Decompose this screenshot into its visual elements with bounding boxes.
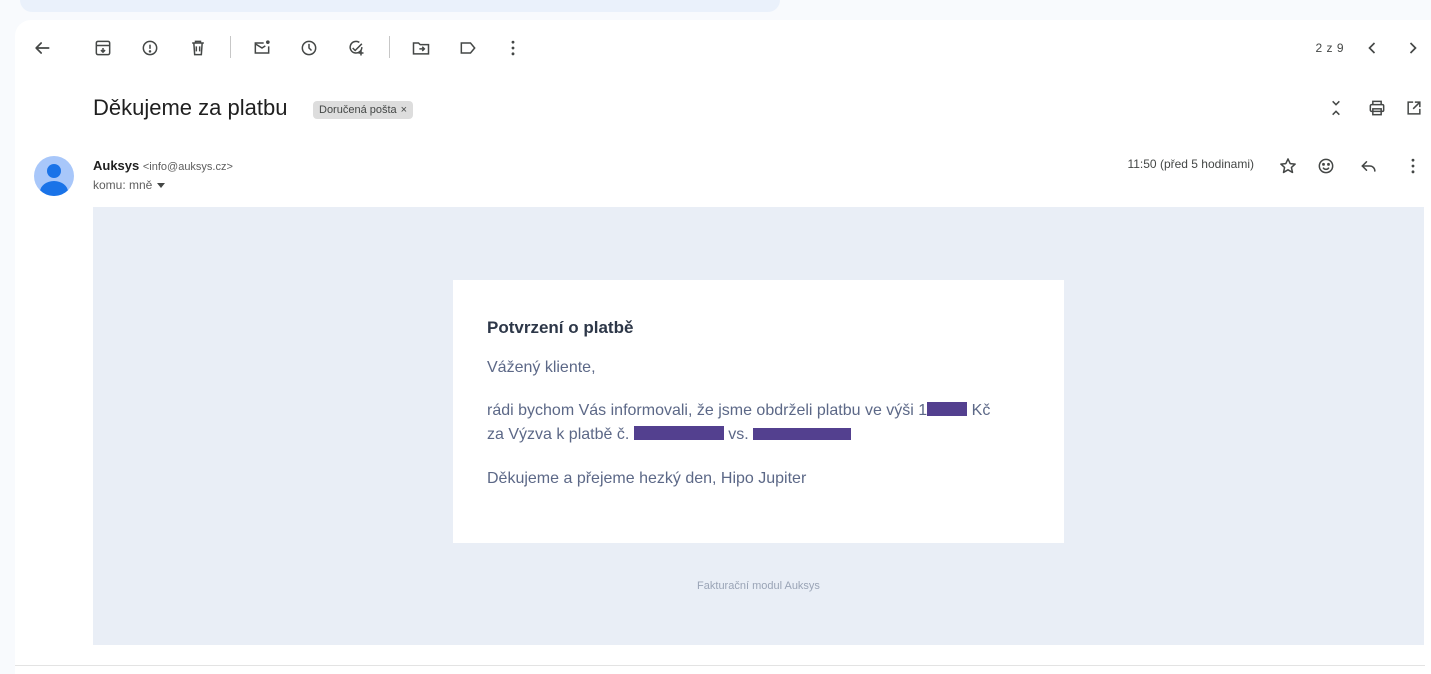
report-spam-icon <box>142 40 158 56</box>
label-remove-button[interactable]: × <box>401 101 407 119</box>
subject-title: Děkujeme za platbu <box>93 95 288 120</box>
recipients-line[interactable]: komu: mně <box>93 178 166 192</box>
back-button[interactable] <box>26 32 58 64</box>
delete-button[interactable] <box>182 32 214 64</box>
add-reaction-button[interactable] <box>1310 150 1342 182</box>
archive-button[interactable] <box>87 32 119 64</box>
email-closing: Děkujeme a přejeme hezký den, Hipo Jupit… <box>487 470 807 487</box>
collapse-all-button[interactable] <box>1320 92 1352 124</box>
redacted-variable-symbol <box>753 428 852 440</box>
redacted-invoice-number <box>633 426 724 440</box>
email-paragraph-line-2: za Výzva k platbě č. vs. <box>487 424 852 446</box>
report-spam-button[interactable] <box>134 32 166 64</box>
email-footer: Fakturační modul Auksys <box>697 580 820 592</box>
archive-icon <box>95 40 111 56</box>
recipients-text: komu: mně <box>93 178 153 192</box>
label-button[interactable] <box>452 32 484 64</box>
arrow-left-icon <box>35 42 50 54</box>
open-in-new-icon <box>1407 101 1421 115</box>
invoice-text: za Výzva k platbě č. <box>487 426 630 443</box>
message-counter: 2 z 9 <box>1315 41 1344 55</box>
sender-name[interactable]: Auksys <box>93 158 139 173</box>
avatar-body <box>40 181 68 196</box>
older-button[interactable] <box>1397 32 1429 64</box>
add-task-icon <box>349 40 364 56</box>
sender-line: Auksys <info@auksys.cz> <box>93 158 233 173</box>
bottom-divider <box>15 665 1425 666</box>
message-more-button[interactable] <box>1397 150 1429 182</box>
label-chip-text: Doručená pošta <box>319 104 397 116</box>
emoji-icon <box>1318 158 1334 174</box>
snooze-button[interactable] <box>293 32 325 64</box>
reply-button[interactable] <box>1353 150 1385 182</box>
move-to-icon <box>412 42 430 55</box>
email-paragraph-line-1: rádi bychom Vás informovali, že jsme obd… <box>487 400 990 422</box>
chevron-left-icon <box>1368 42 1376 54</box>
toolbar-divider <box>389 36 390 58</box>
search-bar-edge <box>20 0 780 12</box>
more-button[interactable] <box>497 32 529 64</box>
newer-button[interactable] <box>1356 32 1388 64</box>
open-new-window-button[interactable] <box>1398 92 1430 124</box>
message-time: 11:50 (před 5 hodinami) <box>1127 157 1254 171</box>
mark-unread-icon <box>254 40 270 54</box>
variable-symbol-label: vs. <box>728 426 749 443</box>
reply-icon <box>1361 161 1376 172</box>
email-greeting: Vážený kliente, <box>487 359 596 376</box>
toolbar-divider <box>230 36 231 58</box>
collapse-icon <box>1332 100 1340 116</box>
email-card: Potvrzení o platbě Vážený kliente, rádi … <box>453 280 1064 543</box>
avatar-head <box>47 164 61 178</box>
avatar[interactable] <box>34 156 74 196</box>
chevron-right-icon <box>1409 42 1417 54</box>
add-task-button[interactable] <box>340 32 372 64</box>
star-icon <box>1280 158 1296 174</box>
snooze-icon <box>301 40 317 56</box>
currency-text: Kč <box>971 402 991 419</box>
more-vert-icon <box>1411 158 1415 174</box>
print-button[interactable] <box>1361 92 1393 124</box>
caret-down-icon[interactable] <box>156 180 166 190</box>
print-icon <box>1369 100 1385 116</box>
sender-email: <info@auksys.cz> <box>142 161 233 173</box>
star-button[interactable] <box>1272 150 1304 182</box>
redacted-amount <box>927 402 968 416</box>
label-icon <box>460 42 476 54</box>
mark-unread-button[interactable] <box>246 32 278 64</box>
label-chip-inbox[interactable]: Doručená pošta × <box>313 101 414 119</box>
delete-icon <box>192 40 204 56</box>
email-title: Potvrzení o platbě <box>487 318 634 337</box>
payment-text: rádi bychom Vás informovali, že jsme obd… <box>487 402 928 419</box>
more-vert-icon <box>511 40 515 56</box>
move-to-button[interactable] <box>405 32 437 64</box>
